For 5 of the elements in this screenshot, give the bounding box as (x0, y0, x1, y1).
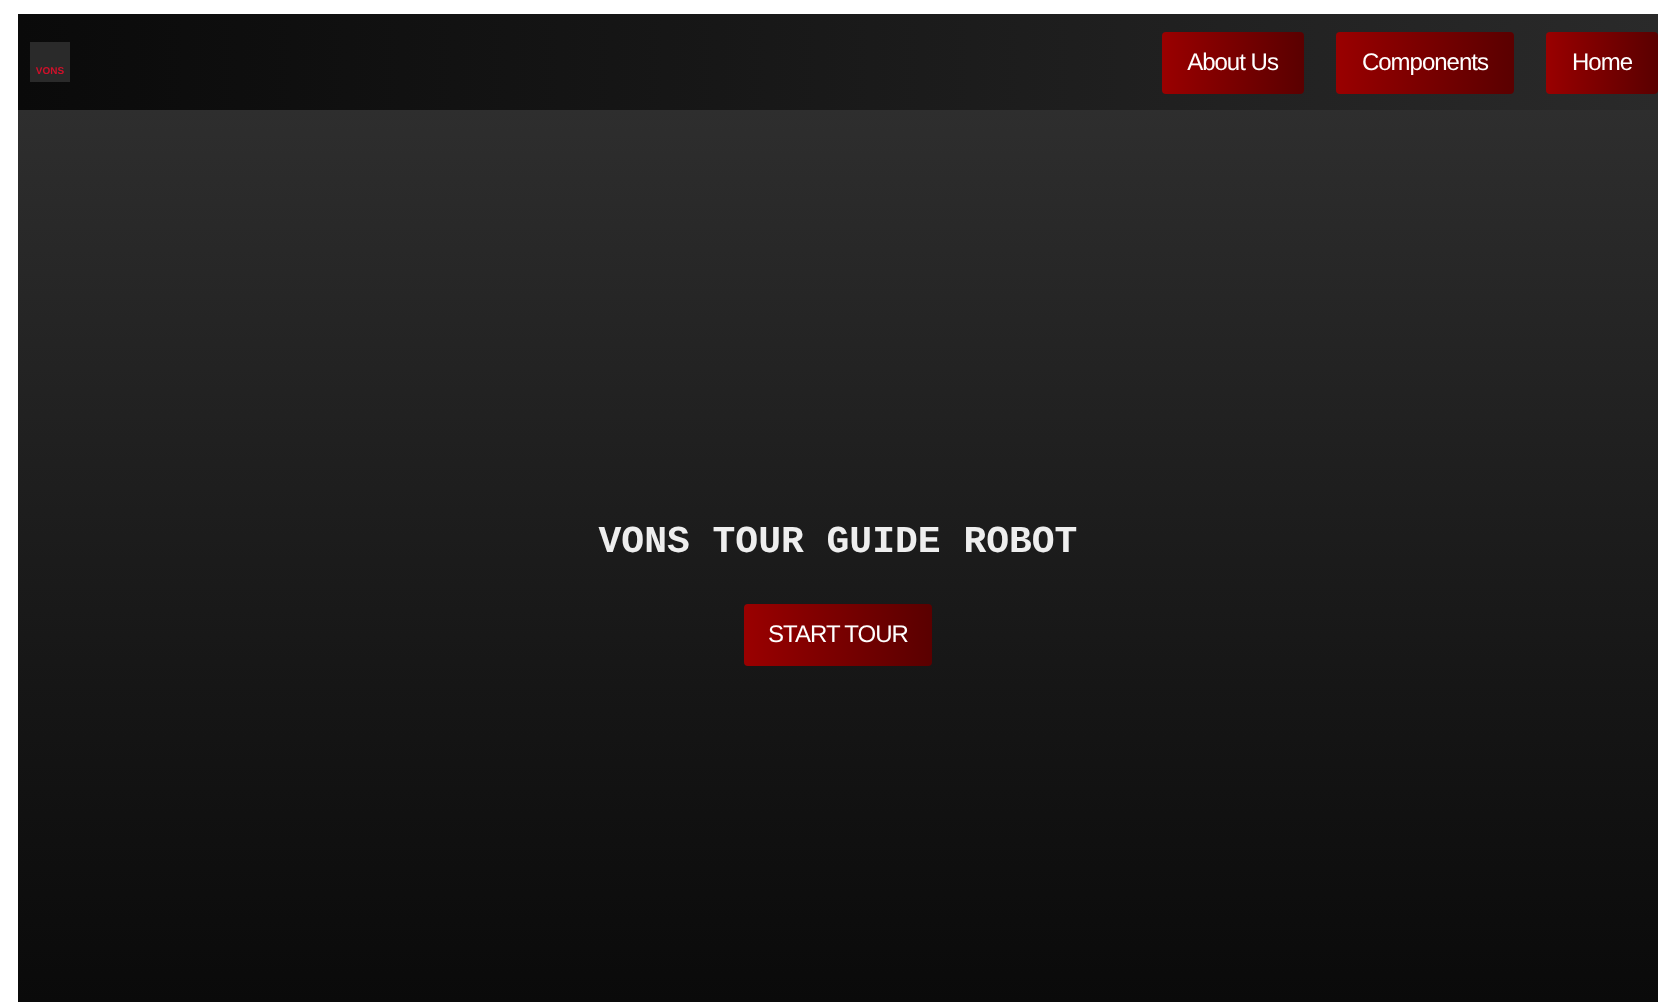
hero-title: VONS TOUR GUIDE ROBOT (598, 518, 1078, 568)
start-tour-button[interactable]: START TOUR (744, 603, 932, 665)
nav-link[interactable]: Components (1335, 31, 1514, 93)
nav-link[interactable]: About Us (1161, 31, 1304, 93)
nav-link[interactable]: Home (1545, 31, 1658, 93)
